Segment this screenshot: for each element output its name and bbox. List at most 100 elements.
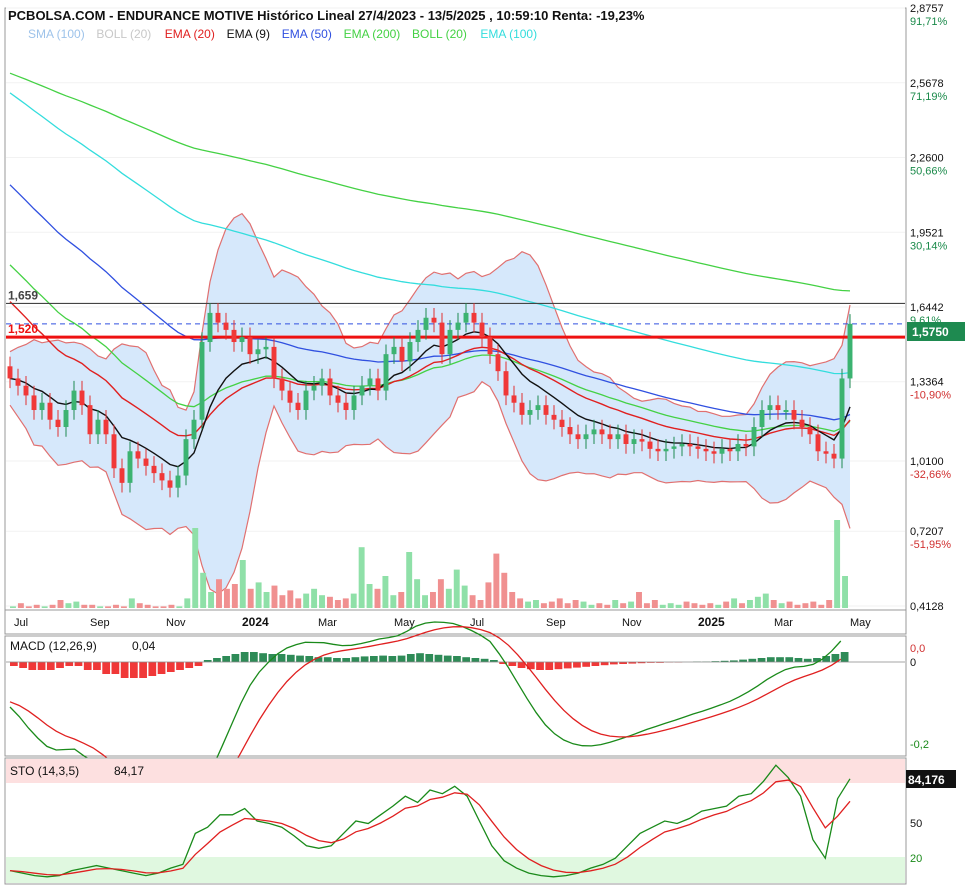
macd-hist-bar <box>56 662 64 668</box>
legend-item: EMA (200) <box>344 27 401 41</box>
volume-bar <box>17 603 24 608</box>
last-price-label: 1,5750 <box>912 325 949 339</box>
candle-body <box>695 446 701 449</box>
macd-hist-bar <box>840 652 849 662</box>
level-label: 1,659 <box>8 288 38 302</box>
legend-item: EMA (100) <box>480 27 537 41</box>
candle-body <box>199 342 205 420</box>
macd-hist-bar <box>28 662 37 670</box>
candle-body <box>487 337 493 355</box>
volume-bar <box>279 595 286 608</box>
candle-body <box>143 458 149 466</box>
candle-body <box>79 390 85 406</box>
macd-hist-bar <box>591 662 600 666</box>
volume-bar <box>319 595 325 608</box>
macd-hist-bar <box>93 662 101 670</box>
macd-value: 0,04 <box>132 639 156 653</box>
macd-hist-bar <box>757 658 766 662</box>
candle-body <box>111 434 117 469</box>
time-axis-label: 2025 <box>698 615 725 629</box>
candle-body <box>55 419 61 428</box>
price-axis: 2,875791,71% 2,567871,19% 2,260050,66% 1,95… <box>910 3 951 613</box>
volume-bar <box>643 603 650 608</box>
candle-body <box>575 434 581 440</box>
volume-bar <box>612 600 619 608</box>
volume-bar <box>580 601 587 608</box>
volume-bar <box>437 579 444 608</box>
candle-body <box>255 349 261 355</box>
macd-hist-bar <box>748 658 757 662</box>
candle-body <box>751 427 757 447</box>
candle-body <box>239 337 245 343</box>
volume-bar <box>770 600 777 608</box>
macd-hist-bar <box>222 656 231 662</box>
macd-hist-bar <box>573 662 581 668</box>
candle-body <box>31 395 37 411</box>
volume-bar <box>786 601 793 608</box>
macd-hist-bar <box>296 655 304 662</box>
candle-body <box>303 390 309 411</box>
candle-body <box>423 317 429 330</box>
volume-bar <box>97 606 104 608</box>
volume-bar <box>160 606 167 608</box>
macd-hist-bar <box>379 655 387 662</box>
volume-bar <box>105 606 112 608</box>
candle-body <box>407 342 413 362</box>
macd-hist-bar <box>250 652 258 662</box>
candle-body <box>655 448 661 452</box>
price-tick-pct: 91,71% <box>910 16 948 28</box>
candle-body <box>607 434 613 440</box>
macd-hist-bar <box>416 653 424 662</box>
volume-bar <box>65 603 72 608</box>
candle-body <box>791 410 797 420</box>
volume-bar <box>794 604 801 608</box>
volume-bar <box>89 604 96 608</box>
volume-bar <box>548 601 555 608</box>
candle-body <box>223 322 229 330</box>
volume-bar <box>501 572 508 608</box>
macd-hist-bar <box>148 662 157 676</box>
volume-bar <box>746 600 753 608</box>
volume-bar <box>754 596 761 608</box>
macd-hist-bar <box>554 662 563 670</box>
volume-bar <box>699 604 706 608</box>
macd-hist-bar <box>83 662 92 670</box>
macd-hist-bar <box>563 662 572 669</box>
candle-body <box>711 451 717 454</box>
volume-bar <box>382 576 389 608</box>
candle-body <box>775 405 781 411</box>
candle-body <box>159 473 165 481</box>
volume-bar <box>707 603 714 608</box>
volume-bar <box>667 603 674 608</box>
candle-body <box>471 312 477 323</box>
legend-item: BOLL (20) <box>412 27 467 41</box>
macd-hist-bar <box>342 658 351 662</box>
candle-body <box>399 346 405 362</box>
volume-bar <box>659 604 666 608</box>
volume-bar <box>651 600 658 608</box>
macd-hist-bar <box>360 656 369 662</box>
candle-body <box>743 444 749 447</box>
volume-bar <box>453 569 460 608</box>
macd-hist-bar <box>471 658 480 662</box>
candle-body <box>783 410 789 413</box>
volume-bar <box>675 604 682 608</box>
volume-bar <box>540 603 547 608</box>
volume-bar <box>239 560 246 608</box>
macd-hist-bar <box>397 655 406 662</box>
volume-bar <box>33 604 40 608</box>
candle-body <box>367 378 373 386</box>
volume-bar <box>81 604 88 608</box>
candle-body <box>623 434 629 445</box>
macd-hist-bar <box>19 662 27 668</box>
candle-body <box>447 329 453 355</box>
candle-body <box>63 410 69 428</box>
macd-hist-bar <box>139 662 147 678</box>
volume-bar <box>295 598 302 608</box>
price-tick-pct: 50,66% <box>910 165 948 177</box>
macd-hist-bar <box>480 658 489 662</box>
macd-hist-bar <box>803 658 812 662</box>
candle-body <box>527 410 533 415</box>
candle-body <box>663 448 669 452</box>
sto-tick-50: 50 <box>910 818 922 830</box>
